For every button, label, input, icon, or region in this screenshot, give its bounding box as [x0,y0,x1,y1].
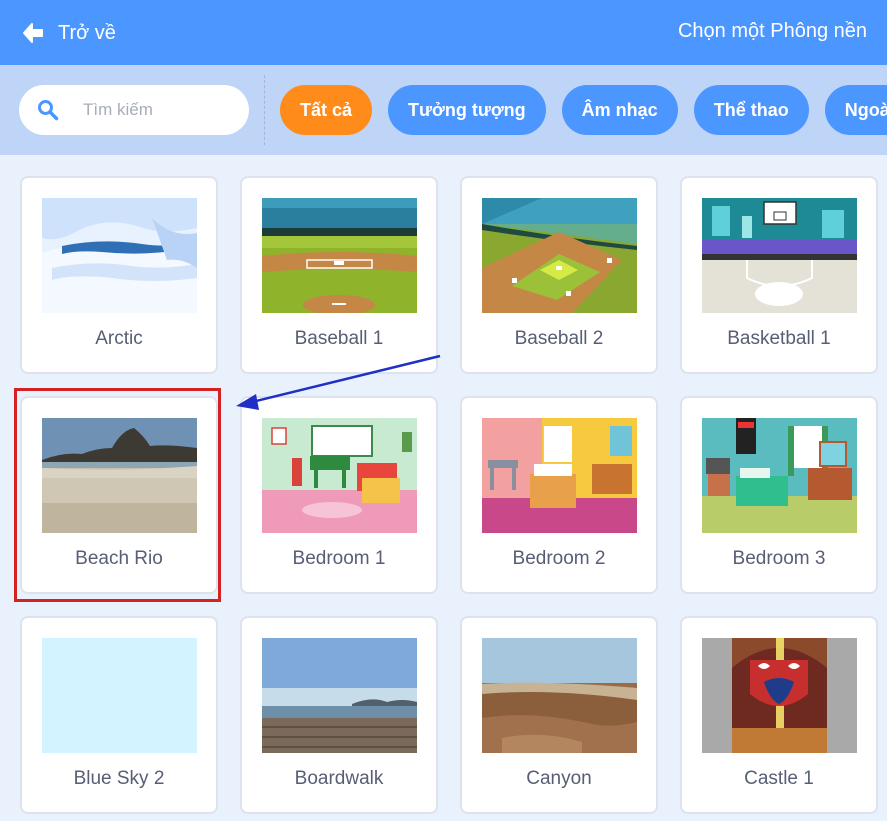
backdrop-card-bedroom-2[interactable]: Bedroom 2 [460,396,658,594]
beach-rio-thumbnail [42,418,197,533]
backdrop-name: Bedroom 1 [292,548,386,569]
page-title: Chọn một Phông nền [677,20,867,42]
filter-divider [264,75,265,145]
backdrop-name: Baseball 2 [514,328,604,349]
backdrop-name: Castle 1 [744,768,814,789]
backdrop-name: Basketball 1 [727,328,831,349]
header-bar: Trở về Chọn một Phông nền [0,0,887,65]
back-button[interactable]: Trở về [22,17,116,49]
backdrop-name: Bedroom 2 [512,548,606,569]
boardwalk-thumbnail [262,638,417,753]
bedroom-3-thumbnail [702,418,857,533]
backdrop-card-baseball-1[interactable]: Baseball 1 [240,176,438,374]
backdrop-card-baseball-2[interactable]: Baseball 2 [460,176,658,374]
backdrop-name: Beach Rio [75,548,163,569]
search-input[interactable] [83,97,233,123]
filter-bar: Tất cả Tưởng tượng Âm nhạc Thể thao Ngoà… [0,65,887,155]
bedroom-2-thumbnail [482,418,637,533]
bedroom-1-thumbnail [262,418,417,533]
backdrop-name: Canyon [526,768,592,789]
baseball-2-thumbnail [482,198,637,313]
backdrop-name: Boardwalk [294,768,384,789]
castle-1-thumbnail [702,638,857,753]
backdrop-card-bedroom-3[interactable]: Bedroom 3 [680,396,878,594]
backdrop-name: Baseball 1 [294,328,384,349]
backdrop-name: Bedroom 3 [732,548,826,569]
back-button-label: Trở về [58,21,116,44]
baseball-1-thumbnail [262,198,417,313]
backdrop-name: Arctic [95,328,143,349]
backdrop-card-canyon[interactable]: Canyon [460,616,658,814]
backdrop-card-bedroom-1[interactable]: Bedroom 1 [240,396,438,594]
backdrop-card-beach-rio[interactable]: Beach Rio [20,396,218,594]
basketball-1-thumbnail [702,198,857,313]
blue-sky-2-thumbnail [42,638,197,753]
backdrop-card-blue-sky-2[interactable]: Blue Sky 2 [20,616,218,814]
backdrop-card-boardwalk[interactable]: Boardwalk [240,616,438,814]
tag-fantasy[interactable]: Tưởng tượng [388,85,546,135]
backdrop-card-castle-1[interactable]: Castle 1 [680,616,878,814]
back-arrow-icon [22,22,44,44]
search-box[interactable] [19,85,249,135]
backdrop-card-basketball-1[interactable]: Basketball 1 [680,176,878,374]
search-icon [37,99,59,126]
backdrop-name: Blue Sky 2 [73,768,165,789]
arctic-thumbnail [42,198,197,313]
tag-list: Tất cả Tưởng tượng Âm nhạc Thể thao Ngoà… [280,85,887,135]
tag-outdoors[interactable]: Ngoài trời [824,85,887,135]
tag-sports[interactable]: Thể thao [693,85,809,135]
tag-music[interactable]: Âm nhạc [561,85,678,135]
canyon-thumbnail [482,638,637,753]
backdrop-card-arctic[interactable]: Arctic [20,176,218,374]
tag-all[interactable]: Tất cả [280,85,373,135]
